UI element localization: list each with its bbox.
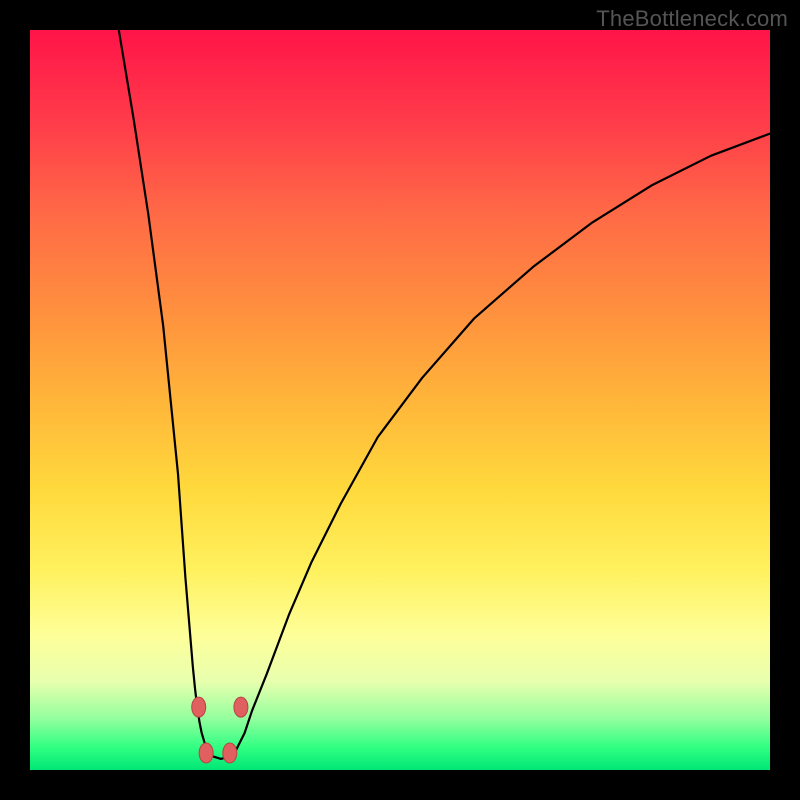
curve-marker [223, 743, 237, 763]
bottleneck-curve [119, 30, 770, 759]
watermark-text: TheBottleneck.com [596, 6, 788, 32]
series-group [119, 30, 770, 759]
plot-area [30, 30, 770, 770]
curves-svg [30, 30, 770, 770]
curve-marker [199, 743, 213, 763]
curve-marker [234, 697, 248, 717]
chart-frame: TheBottleneck.com [0, 0, 800, 800]
curve-marker [192, 697, 206, 717]
